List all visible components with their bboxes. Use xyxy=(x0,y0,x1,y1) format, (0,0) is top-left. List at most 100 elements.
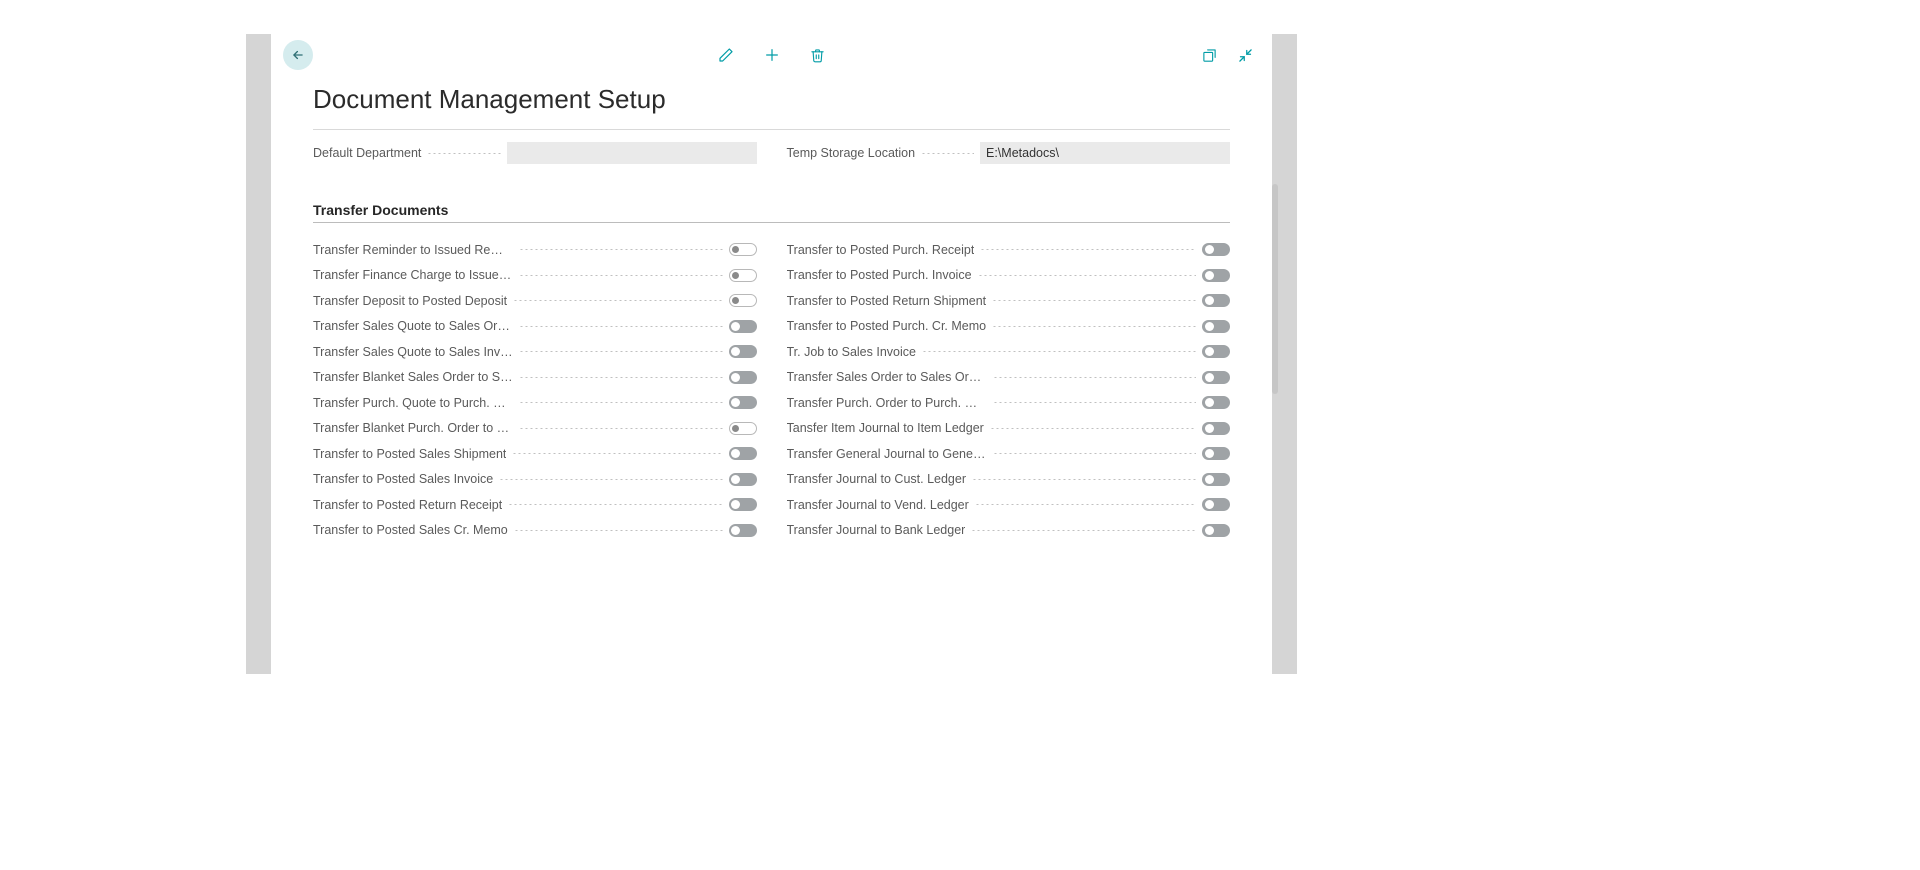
toggle-row: Transfer Blanket Sales Order to Sales ..… xyxy=(313,365,757,391)
leader-dots xyxy=(990,428,1196,429)
toggle-label: Transfer to Posted Purch. Invoice xyxy=(787,268,972,282)
toggle-knob xyxy=(1205,500,1214,509)
toggle-knob xyxy=(1205,398,1214,407)
toggle-switch[interactable] xyxy=(1202,396,1230,409)
back-button[interactable] xyxy=(283,40,313,70)
toggle-label: Tansfer Item Journal to Item Ledger xyxy=(787,421,984,435)
section-title: Transfer Documents xyxy=(313,202,1230,218)
toggle-row: Transfer Purch. Order to Purch. Order ..… xyxy=(787,390,1231,416)
leader-dots xyxy=(519,249,723,250)
toggle-switch[interactable] xyxy=(729,345,757,358)
toggle-knob xyxy=(1205,449,1214,458)
toggle-switch[interactable] xyxy=(729,294,757,307)
toggle-knob xyxy=(731,526,740,535)
toggle-knob xyxy=(731,500,740,509)
collapse-button[interactable] xyxy=(1236,46,1254,64)
leader-dots xyxy=(971,530,1196,531)
toggle-knob xyxy=(731,398,740,407)
scrollbar-thumb[interactable] xyxy=(1272,184,1278,394)
title-divider xyxy=(313,129,1230,130)
toggle-switch[interactable] xyxy=(1202,243,1230,256)
toggle-switch[interactable] xyxy=(729,473,757,486)
toggle-switch[interactable] xyxy=(729,447,757,460)
edit-button[interactable] xyxy=(717,46,735,64)
new-button[interactable] xyxy=(763,46,781,64)
toggle-knob xyxy=(1205,322,1214,331)
toggle-row: Transfer Reminder to Issued Reminder xyxy=(313,237,757,263)
leader-dots xyxy=(993,402,1197,403)
temp-storage-input[interactable] xyxy=(980,142,1230,164)
page-title: Document Management Setup xyxy=(313,84,1230,115)
toggle-row: Transfer to Posted Sales Shipment xyxy=(313,441,757,467)
leader-dots xyxy=(921,153,974,154)
popout-icon xyxy=(1202,48,1217,63)
pencil-icon xyxy=(718,47,734,63)
toggle-label: Transfer to Posted Sales Invoice xyxy=(313,472,493,486)
arrow-left-icon xyxy=(291,48,305,62)
toggle-switch[interactable] xyxy=(729,243,757,256)
page-shadow-left xyxy=(246,34,271,674)
toggle-label: Transfer to Posted Return Shipment xyxy=(787,294,987,308)
toggle-switch[interactable] xyxy=(1202,473,1230,486)
delete-button[interactable] xyxy=(809,46,827,64)
toggle-switch[interactable] xyxy=(729,524,757,537)
toggle-label: Transfer to Posted Sales Shipment xyxy=(313,447,506,461)
toggle-row: Transfer to Posted Sales Cr. Memo xyxy=(313,518,757,544)
toggle-knob xyxy=(1205,245,1214,254)
toggle-row: Transfer Sales Quote to Sales Order xyxy=(313,314,757,340)
toggle-switch[interactable] xyxy=(1202,422,1230,435)
toggle-label: Transfer Blanket Purch. Order to Purch..… xyxy=(313,421,513,435)
transfer-documents-grid: Transfer Reminder to Issued Reminder Tran… xyxy=(313,237,1230,543)
toggle-switch[interactable] xyxy=(1202,294,1230,307)
toggle-switch[interactable] xyxy=(1202,345,1230,358)
toggle-label: Transfer to Posted Purch. Cr. Memo xyxy=(787,319,987,333)
toggle-label: Transfer Deposit to Posted Deposit xyxy=(313,294,507,308)
toggle-column-right: Transfer to Posted Purch. Receipt Transfe… xyxy=(787,237,1231,543)
toggle-row: Tansfer Item Journal to Item Ledger xyxy=(787,416,1231,442)
temp-storage-label: Temp Storage Location xyxy=(787,146,916,160)
toggle-knob xyxy=(732,246,739,253)
leader-dots xyxy=(993,377,1197,378)
toggle-knob xyxy=(1205,475,1214,484)
toggle-switch[interactable] xyxy=(729,320,757,333)
toggle-label: Transfer Purch. Quote to Purch. Order xyxy=(313,396,513,410)
leader-dots xyxy=(427,153,500,154)
header-fields: Default Department Temp Storage Location xyxy=(313,142,1230,164)
toggle-switch[interactable] xyxy=(729,422,757,435)
toggle-label: Transfer to Posted Purch. Receipt xyxy=(787,243,975,257)
toggle-switch[interactable] xyxy=(1202,447,1230,460)
toggle-label: Transfer Sales Quote to Sales Order xyxy=(313,319,513,333)
toggle-knob xyxy=(1205,424,1214,433)
toolbar xyxy=(271,34,1272,76)
toggle-switch[interactable] xyxy=(1202,269,1230,282)
leader-dots xyxy=(922,351,1196,352)
toggle-row: Transfer to Posted Return Shipment xyxy=(787,288,1231,314)
toggle-row: Transfer Sales Order to Sales Order Ar..… xyxy=(787,365,1231,391)
toggle-switch[interactable] xyxy=(1202,498,1230,511)
leader-dots xyxy=(972,479,1196,480)
leader-dots xyxy=(993,453,1197,454)
default-department-input[interactable] xyxy=(507,142,757,164)
toggle-label: Transfer Sales Quote to Sales Invoice xyxy=(313,345,513,359)
leader-dots xyxy=(519,275,723,276)
toggle-knob xyxy=(731,347,740,356)
toggle-switch[interactable] xyxy=(1202,320,1230,333)
page-container: Document Management Setup Default Depart… xyxy=(271,34,1272,583)
toggle-switch[interactable] xyxy=(729,371,757,384)
leader-dots xyxy=(519,351,723,352)
leader-dots xyxy=(514,530,723,531)
toggle-row: Transfer Journal to Cust. Ledger xyxy=(787,467,1231,493)
toggle-label: Transfer General Journal to General Le..… xyxy=(787,447,987,461)
toggle-label: Transfer to Posted Return Receipt xyxy=(313,498,502,512)
toggle-switch[interactable] xyxy=(729,396,757,409)
toggle-switch[interactable] xyxy=(1202,371,1230,384)
toggle-row: Tr. Job to Sales Invoice xyxy=(787,339,1231,365)
plus-icon xyxy=(764,47,780,63)
toggle-switch[interactable] xyxy=(729,498,757,511)
toggle-switch[interactable] xyxy=(729,269,757,282)
popout-button[interactable] xyxy=(1200,46,1218,64)
default-department-label: Default Department xyxy=(313,146,421,160)
toggle-switch[interactable] xyxy=(1202,524,1230,537)
trash-icon xyxy=(810,48,825,63)
default-department-field: Default Department xyxy=(313,142,757,164)
